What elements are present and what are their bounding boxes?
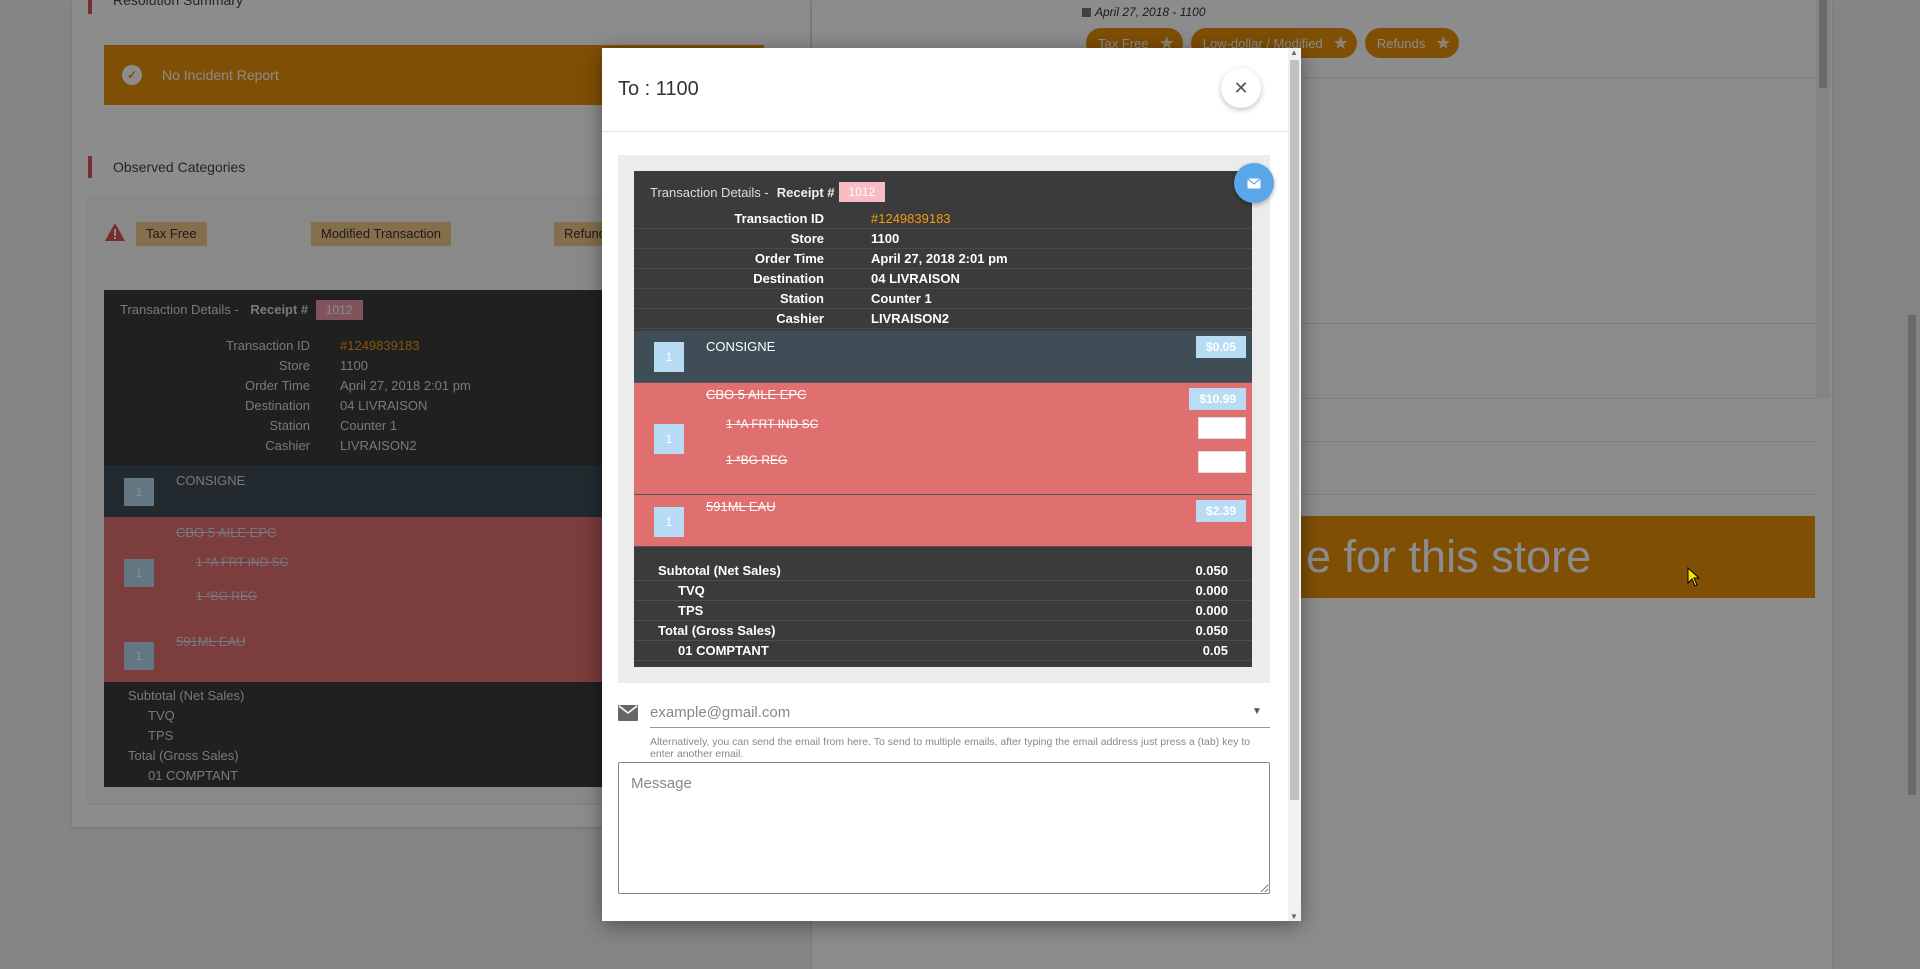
modal-header: To : 1100 ✕: [602, 48, 1288, 132]
receipt-container: Transaction Details - Receipt # 1012 Tra…: [618, 155, 1274, 683]
item-name: CBO 5 AILE EPC: [706, 387, 807, 402]
total-row-tps: TPS 0.000: [634, 601, 1252, 621]
modifier-name: 1 *BG REG: [726, 453, 788, 467]
receipt-number-label: Receipt #: [776, 184, 835, 200]
total-row-gross: Total (Gross Sales) 0.050: [634, 621, 1252, 641]
line-item-deleted: 1 CBO 5 AILE EPC $10.99 1 *A FRT IND SC …: [634, 383, 1252, 495]
modal-scrollbar[interactable]: ▲ ▼: [1288, 48, 1301, 921]
total-row-payment: 01 COMPTANT 0.05: [634, 641, 1252, 661]
line-item-deleted: 1 591ML EAU $2.39: [634, 495, 1252, 547]
quantity-badge: 1: [654, 424, 684, 454]
item-price: $10.99: [1189, 388, 1246, 410]
item-price: $2.39: [1195, 500, 1246, 522]
quantity-badge: 1: [654, 342, 684, 372]
modifier-price: $0.00: [1198, 451, 1246, 473]
info-row-transaction-id: Transaction ID #1249839183: [634, 209, 1252, 229]
transaction-receipt: Transaction Details - Receipt # 1012 Tra…: [634, 163, 1274, 667]
total-row-subtotal: Subtotal (Net Sales) 0.050: [634, 561, 1252, 581]
close-button[interactable]: ✕: [1221, 68, 1261, 108]
modifier-name: 1 *A FRT IND SC: [726, 417, 819, 431]
receipt-header: Transaction Details - Receipt # 1012: [650, 182, 886, 202]
info-row-station: Station Counter 1: [634, 289, 1252, 309]
email-modal: To : 1100 ✕ Transaction Details - Receip…: [602, 48, 1301, 921]
email-hint: Alternatively, you can send the email fr…: [650, 736, 1251, 760]
mouse-cursor-icon: [1687, 567, 1701, 587]
email-input[interactable]: [650, 698, 1270, 728]
message-textarea[interactable]: [618, 762, 1270, 894]
close-icon[interactable]: ✕: [1233, 78, 1248, 99]
modal-title: To : 1100: [618, 78, 699, 100]
receipt-title: Transaction Details -: [650, 184, 769, 200]
email-icon: [618, 705, 638, 721]
item-name: 591ML EAU: [706, 499, 776, 514]
info-row-store: Store 1100: [634, 229, 1252, 249]
item-name: CONSIGNE: [706, 339, 776, 354]
item-price: $0.05: [1195, 336, 1246, 358]
send-email-button[interactable]: [1234, 163, 1274, 203]
total-row-tvq: TVQ 0.000: [634, 581, 1252, 601]
receipt-number-badge: 1012: [838, 182, 886, 202]
chevron-down-icon[interactable]: ▼: [1252, 706, 1262, 717]
quantity-badge: 1: [654, 507, 684, 537]
info-row-order-time: Order Time April 27, 2018 2:01 pm: [634, 249, 1252, 269]
line-item: 1 CONSIGNE $0.05: [634, 331, 1252, 383]
info-row-cashier: Cashier LIVRAISON2: [634, 309, 1252, 329]
mail-icon[interactable]: [1247, 177, 1261, 189]
info-row-destination: Destination 04 LIVRAISON: [634, 269, 1252, 289]
modifier-price: $0.00: [1198, 417, 1246, 439]
